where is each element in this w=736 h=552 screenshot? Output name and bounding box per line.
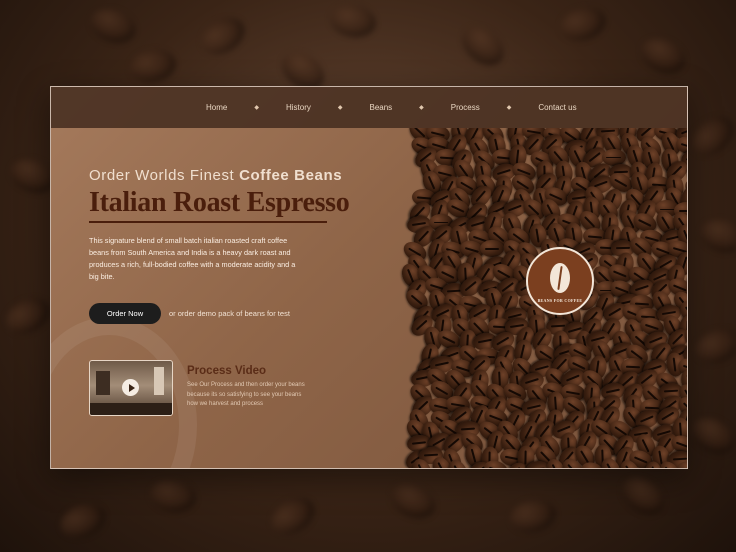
- badge-text: BEANS FOR COFFEE: [537, 298, 583, 303]
- video-description: See Our Process and then order your bean…: [187, 382, 305, 407]
- coffee-bean-icon: [550, 263, 570, 293]
- play-icon[interactable]: [122, 379, 139, 396]
- order-demo-link[interactable]: or order demo pack of beans for test: [169, 309, 290, 318]
- tagline-light: Order Worlds Finest: [89, 167, 240, 184]
- brand-logo-badge: BEANS FOR COFFEE: [526, 247, 594, 315]
- nav-item-contact[interactable]: Contact us: [538, 103, 576, 112]
- headline-underline: [89, 221, 327, 223]
- nav-separator-icon: ◆: [254, 105, 259, 111]
- top-navigation: Home ◆ History ◆ Beans ◆ Process ◆ Conta…: [51, 87, 687, 128]
- video-title: Process Video: [187, 365, 267, 377]
- hero-tagline: Order Worlds Finest Coffee Beans: [89, 167, 342, 184]
- nav-separator-icon: ◆: [419, 105, 424, 111]
- nav-separator-icon: ◆: [506, 105, 512, 111]
- coffee-bean: [479, 240, 504, 258]
- thumbnail-counter: [90, 403, 172, 415]
- landing-page-frame: Home ◆ History ◆ Beans ◆ Process ◆ Conta…: [50, 86, 688, 469]
- order-now-button[interactable]: Order Now: [89, 303, 161, 324]
- hero-headline: Italian Roast Espresso: [89, 187, 350, 218]
- thumbnail-shelf: [96, 371, 110, 395]
- hero-description: This signature blend of small batch ital…: [89, 236, 296, 281]
- thumbnail-jar: [154, 367, 164, 395]
- nav-item-process[interactable]: Process: [451, 103, 480, 112]
- nav-item-home[interactable]: Home: [206, 103, 227, 112]
- tagline-bold: Coffee Beans: [239, 167, 343, 184]
- process-video-thumbnail[interactable]: [89, 360, 173, 416]
- nav-separator-icon: ◆: [337, 105, 343, 111]
- nav-item-history[interactable]: History: [286, 103, 311, 112]
- nav-item-beans[interactable]: Beans: [369, 103, 392, 112]
